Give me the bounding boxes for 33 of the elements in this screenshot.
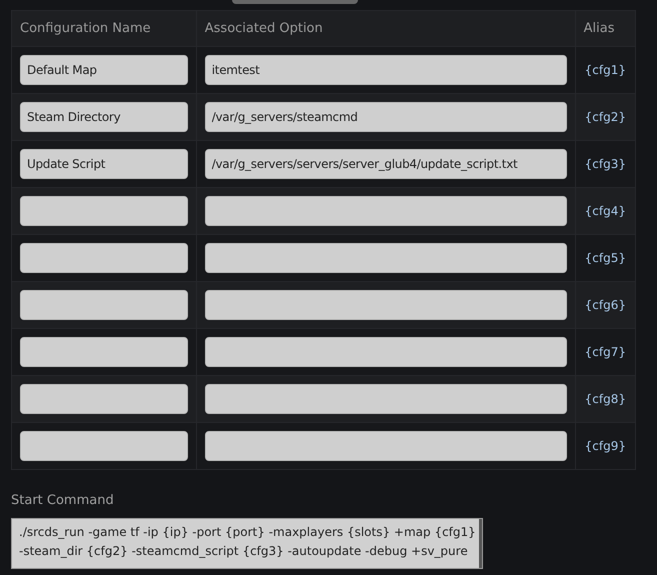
config-name-field[interactable] (20, 290, 188, 320)
config-name-field[interactable] (20, 337, 188, 367)
alias-text: {cfg2} (584, 110, 626, 124)
option-field[interactable] (204, 431, 567, 461)
config-name-field[interactable]: Update Script (20, 149, 188, 179)
option-field[interactable]: /var/g_servers/servers/server_glub4/update_script.txt (204, 149, 567, 179)
config-name-field[interactable]: Steam Directory (20, 102, 188, 132)
field-label: Start Command (11, 492, 115, 510)
column-header: Alias (584, 20, 614, 36)
alias-text: {cfg4} (584, 204, 626, 218)
option-field[interactable] (204, 243, 567, 273)
config-name-field[interactable]: Default Map (20, 55, 188, 85)
alias-text: {cfg3} (584, 157, 626, 171)
scrollbar[interactable] (479, 518, 482, 568)
config-name-field[interactable] (20, 196, 188, 226)
option-field[interactable] (204, 196, 567, 226)
alias-text: {cfg6} (584, 298, 626, 312)
alias-text: {cfg5} (584, 251, 626, 265)
alias-text: {cfg9} (584, 439, 626, 453)
option-field[interactable] (204, 290, 567, 320)
option-field[interactable] (204, 337, 567, 367)
option-field[interactable] (204, 384, 567, 414)
option-field[interactable]: itemtest (204, 55, 567, 85)
config-name-field[interactable] (20, 384, 188, 414)
config-name-field[interactable] (20, 243, 188, 273)
column-header: Associated Option (204, 20, 323, 36)
config-name-field[interactable] (20, 431, 188, 461)
start-command-field[interactable]: ./srcds_run -game tf -ip {ip} -port {port} -maxplayers {slots} +map {cfg1} -steam_dir {cfg2} -steamcmd_script {cfg3} -autoupdate -debug +sv_pure (11, 518, 483, 568)
alias-text: {cfg1} (584, 63, 626, 77)
alias-text: {cfg8} (584, 392, 626, 406)
alias-text: {cfg7} (584, 345, 626, 359)
column-header: Configuration Name (20, 20, 151, 36)
option-field[interactable]: /var/g_servers/steamcmd (204, 102, 567, 132)
